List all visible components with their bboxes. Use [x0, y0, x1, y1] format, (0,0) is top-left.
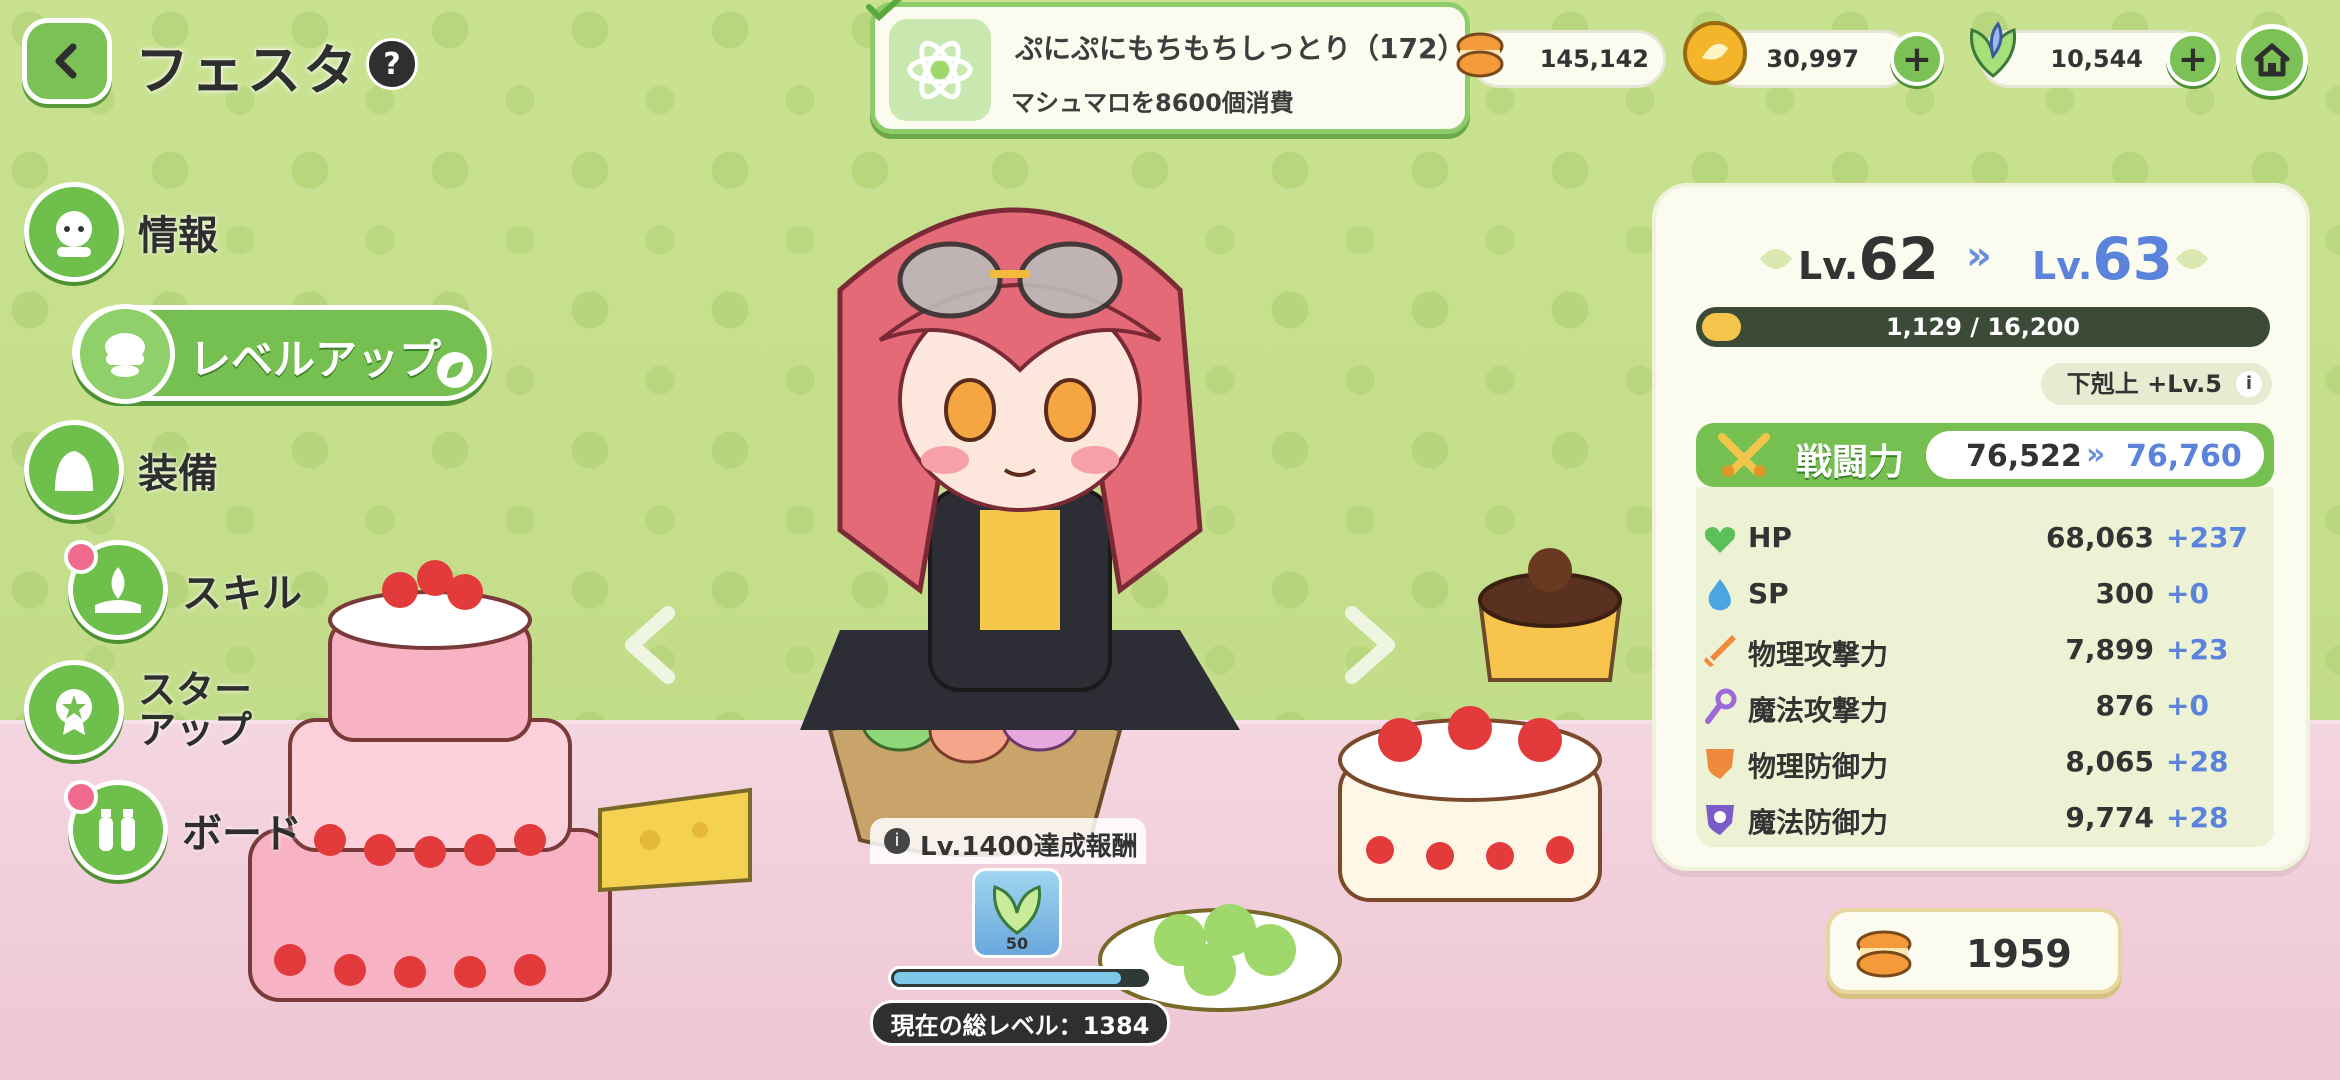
levelup-icon	[75, 304, 175, 404]
home-button[interactable]	[2236, 24, 2308, 96]
exp-text: 1,129 / 16,200	[1885, 313, 2080, 341]
leaf-decoration-icon	[1760, 249, 1792, 269]
macaron-count: 145,142	[1539, 45, 1649, 73]
combat-power: 戦闘力 76,522 » 76,760	[1696, 423, 2274, 487]
back-button[interactable]	[22, 18, 112, 104]
reward-item-card[interactable]: 50	[972, 868, 1062, 958]
previous-character-arrow[interactable]	[620, 605, 680, 685]
menu-label-levelup: レベルアップ	[189, 335, 442, 384]
strawberry-shortcake	[1338, 706, 1602, 902]
menu-label-equipment: 装備	[138, 451, 218, 497]
wand-icon	[1705, 688, 1737, 724]
quest-subtitle: マシュマロを8600個消費	[1011, 89, 1294, 117]
exp-progress-bar: 1,129 / 16,200	[1696, 307, 2270, 347]
level-up-panel: Lv.62 » Lv.63 1,129 / 16,200 下剋上 +Lv.5 i…	[1652, 183, 2310, 871]
stat-row-phys-def: 物理防御力 8,065 +28	[1696, 735, 2274, 791]
page-title: フェスタ	[135, 39, 359, 102]
skill-notification-badge	[64, 540, 98, 574]
power-arrow-icon: »	[2086, 437, 2106, 472]
melon-tart	[1098, 904, 1342, 1012]
add-crystal-button[interactable]: +	[2166, 32, 2220, 86]
menu-item-info[interactable]: 情報	[24, 182, 218, 282]
heart-icon	[1704, 527, 1736, 553]
combat-power-values: 76,522 » 76,760	[1926, 431, 2264, 479]
current-level: Lv.62	[1798, 225, 1940, 293]
levelup-item-button[interactable]: 1959	[1826, 908, 2122, 994]
plus-icon: +	[1901, 38, 1933, 80]
menu-label-skill: スキル	[182, 571, 302, 617]
stat-row-phys-atk: 物理攻撃力 7,899 +23	[1696, 623, 2274, 679]
stats-list: HP 68,063 +237 SP 300 +0 物理攻撃力 7,899 +23…	[1696, 487, 2274, 847]
pudding	[1477, 548, 1623, 682]
crystal-leaf-icon	[1969, 21, 2017, 78]
next-character-arrow[interactable]	[1340, 605, 1400, 685]
level-arrow-icon: »	[1966, 233, 1992, 279]
gold-count: 30,997	[1766, 45, 1859, 73]
add-gold-button[interactable]: +	[1890, 32, 1944, 86]
combat-power-next: 76,760	[2126, 439, 2242, 474]
menu-item-equipment[interactable]: 装備	[24, 420, 218, 520]
menu-item-starup[interactable]: スター アップ	[24, 660, 252, 760]
info-icon: i	[884, 828, 910, 854]
info-icon: i	[2236, 371, 2262, 397]
stat-row-mag-atk: 魔法攻撃力 876 +0	[1696, 679, 2274, 735]
leaf-icon	[437, 352, 473, 388]
stat-row-hp: HP 68,063 +237	[1696, 511, 2274, 567]
info-icon	[24, 182, 124, 282]
crystal-leaf-icon	[992, 885, 1042, 935]
reward-card-count: 50	[1005, 934, 1029, 953]
menu-item-board[interactable]: ボード	[68, 780, 302, 880]
sp-drop-icon	[1708, 579, 1731, 611]
crystal-count: 10,544	[2050, 45, 2143, 73]
menu-item-skill[interactable]: スキル	[68, 540, 302, 640]
next-level: Lv.63	[2032, 225, 2174, 293]
quest-banner[interactable]: ぷにぷにもちもちしっとり（172） マシュマロを8600個消費	[866, 0, 1470, 134]
plus-icon: +	[2177, 38, 2209, 80]
menu-label-board: ボード	[182, 811, 302, 857]
quest-icon	[889, 19, 991, 121]
board-notification-badge	[64, 780, 98, 814]
combat-power-current: 76,522	[1966, 439, 2082, 474]
character-portrait	[800, 207, 1240, 730]
total-level-label: 現在の総レベル：1384	[870, 1000, 1170, 1046]
home-icon	[2254, 43, 2290, 77]
reward-progress-bar	[888, 966, 1152, 990]
item-count-value: 1959	[1966, 932, 2072, 976]
help-icon[interactable]: ?	[366, 38, 418, 90]
equipment-icon	[24, 420, 124, 520]
quest-title: ぷにぷにもちもちしっとり（172）	[1015, 32, 1466, 65]
crossed-swords-icon	[1718, 433, 1770, 477]
shield-icon	[1706, 749, 1734, 779]
menu-item-levelup[interactable]: レベルアップ	[72, 304, 492, 404]
reward-title: Lv.1400達成報酬	[920, 832, 1138, 862]
bonus-badge[interactable]: 下剋上 +Lv.5 i	[2040, 363, 2272, 405]
reward-progress-fill	[894, 972, 1121, 984]
stat-row-sp: SP 300 +0	[1696, 567, 2274, 623]
menu-label-starup: スター アップ	[138, 668, 253, 752]
macaron-icon	[1456, 32, 1504, 78]
combat-power-label: 戦闘力	[1796, 442, 1905, 483]
menu-label-info: 情報	[138, 213, 218, 259]
reward-header[interactable]: i Lv.1400達成報酬	[870, 818, 1146, 864]
star-up-icon	[24, 660, 124, 760]
chevron-left-icon	[55, 43, 77, 79]
cheese-wedge	[598, 787, 752, 893]
leaf-decoration-icon	[2176, 249, 2208, 269]
magic-shield-icon	[1706, 805, 1734, 835]
sword-icon	[1704, 635, 1736, 667]
gold-coin-icon	[1683, 21, 1747, 85]
macaron-icon	[1856, 930, 1912, 978]
stat-row-mag-def: 魔法防御力 9,774 +28	[1696, 791, 2274, 847]
